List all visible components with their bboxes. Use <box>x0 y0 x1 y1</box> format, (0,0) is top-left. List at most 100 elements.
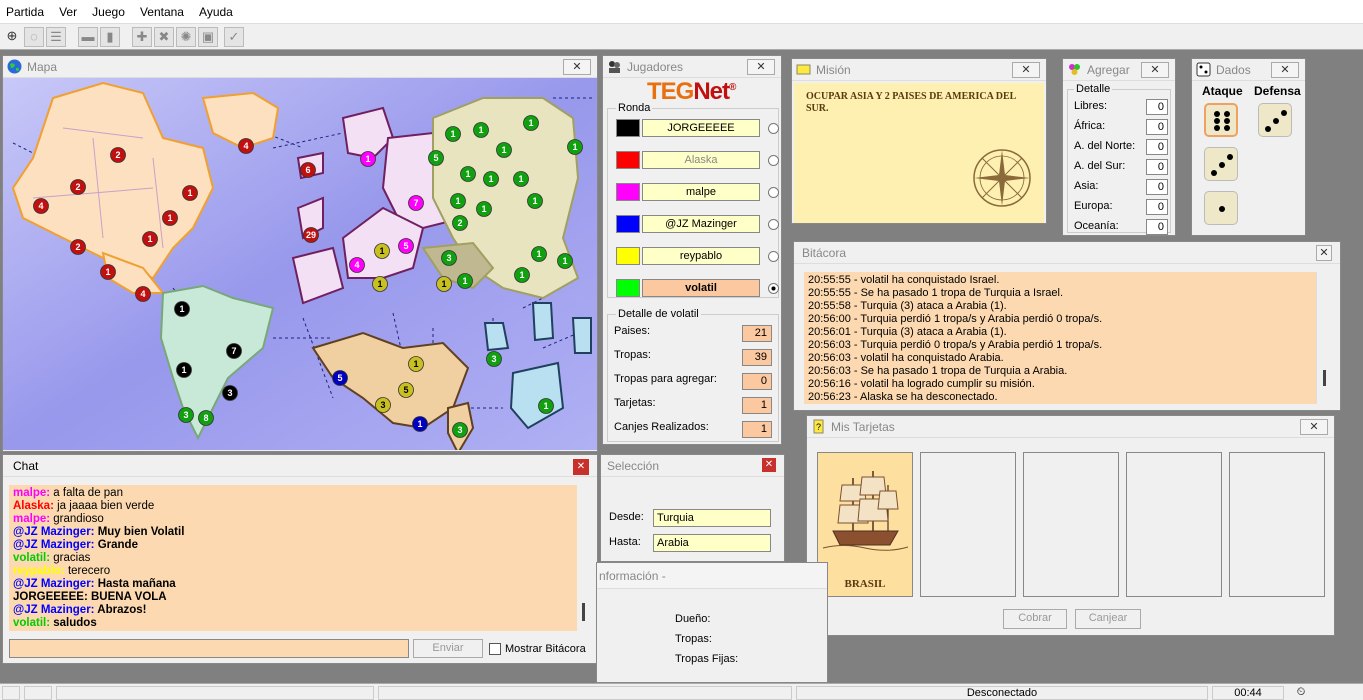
log-line: 20:56:00 - Turquia perdió 1 tropa/s y Ar… <box>808 313 1103 325</box>
clock-icon: ⏲ <box>1296 686 1306 698</box>
canjear-button[interactable]: Canjear <box>1075 609 1141 629</box>
tarjetas-close-button[interactable]: ✕ <box>1300 419 1328 435</box>
mission-close-button[interactable]: ✕ <box>1012 62 1040 78</box>
player-name: volatil <box>642 279 760 297</box>
army-count: 1 <box>413 359 418 369</box>
menu-ventana[interactable]: Ventana <box>134 0 190 19</box>
agregar-close-button[interactable]: ✕ <box>1141 62 1169 78</box>
army-count: 8 <box>203 413 208 423</box>
chat-scroll-thumb[interactable] <box>582 603 585 621</box>
army-count: 5 <box>433 153 438 163</box>
connect-icon[interactable]: ⊕ <box>2 27 22 47</box>
bitacora-scroll-thumb[interactable] <box>1323 370 1326 386</box>
players-close-button[interactable]: ✕ <box>747 59 775 75</box>
bitacora-close-button[interactable]: ✕ <box>1316 245 1332 261</box>
chat-close-button[interactable]: ✕ <box>573 459 589 475</box>
status-cell <box>378 686 792 700</box>
status-cell <box>2 686 20 700</box>
player-radio[interactable] <box>768 155 779 166</box>
mission-window: Misión ✕ OCUPAR ASIA Y 2 PAISES DE AMERI… <box>791 58 1047 224</box>
regroup-icon[interactable]: ✺ <box>176 27 196 47</box>
menu-juego[interactable]: Juego <box>86 0 131 19</box>
chat-messages[interactable]: malpe: a falta de pan Alaska: ja jaaaa b… <box>9 485 577 631</box>
menu-ver[interactable]: Ver <box>53 0 83 19</box>
player-row[interactable]: JORGEEEEE <box>616 119 779 137</box>
player-name: malpe <box>642 183 760 201</box>
tarjetas-window: ? Mis Tarjetas ✕ BRASIL Cobrar Canjear <box>806 415 1335 636</box>
dueno-label: Dueño: <box>675 613 711 625</box>
continent-value: 0 <box>1146 199 1168 215</box>
hasta-field[interactable]: Arabia <box>653 534 771 552</box>
player-radio[interactable] <box>768 123 779 134</box>
cards-icon[interactable]: ▣ <box>198 27 218 47</box>
start-icon[interactable]: ▬ <box>78 27 98 47</box>
country-card[interactable]: BRASIL <box>817 452 913 597</box>
log-line: 20:56:16 - volatil ha logrado cumplir su… <box>808 378 1035 390</box>
attack-icon[interactable]: ✖ <box>154 27 174 47</box>
player-radio[interactable] <box>768 283 779 294</box>
seleccion-titlebar: Selección ✕ <box>601 455 784 477</box>
player-row[interactable]: reypablo <box>616 247 779 265</box>
continent-value: 0 <box>1146 219 1168 235</box>
player-name: reypablo <box>642 247 760 265</box>
bitacora-scrollbar[interactable] <box>1316 272 1332 404</box>
players-window: Jugadores ✕ TEGNet® Ronda JORGEEEEE Alas… <box>602 55 782 445</box>
army-count: 3 <box>380 400 385 410</box>
map-close-button[interactable]: ✕ <box>563 59 591 75</box>
bitacora-log[interactable]: 20:55:55 - volatil ha conquistado Israel… <box>804 272 1316 404</box>
continent-value: 0 <box>1146 119 1168 135</box>
log-line: 20:55:55 - Se ha pasado 1 tropa de Turqu… <box>808 287 1064 299</box>
chat-input[interactable] <box>9 639 409 658</box>
end-turn-icon[interactable]: ✓ <box>224 27 244 47</box>
player-row[interactable]: @JZ Mazinger <box>616 215 779 233</box>
chat-titlebar: Chat ✕ <box>3 455 597 477</box>
stat-label: Paises: <box>614 325 651 337</box>
player-row[interactable]: Alaska <box>616 151 779 169</box>
agregar-detalle-group: Detalle Libres: 0 África: 0 A. del Norte: 0… <box>1067 83 1171 235</box>
stop-icon[interactable]: ▮ <box>100 27 120 47</box>
detalle-group: Detalle de volatil Paises: 21 Tropas: 39… <box>607 308 779 442</box>
tarjetas-titlebar: ? Mis Tarjetas ✕ <box>807 416 1334 438</box>
army-count: 1 <box>105 267 110 277</box>
chat-scrollbar[interactable] <box>577 485 591 631</box>
seleccion-close-button[interactable]: ✕ <box>762 458 776 472</box>
players-title: Jugadores <box>627 60 684 74</box>
send-button[interactable]: Enviar <box>413 639 483 658</box>
seleccion-window: Selección ✕ Desde: Turquia Hasta: Arabia <box>600 454 785 562</box>
army-count: 5 <box>403 241 408 251</box>
continent-label: Asia: <box>1074 180 1099 192</box>
chat-line: Alaska: ja jaaaa bien verde <box>13 500 155 512</box>
menu-partida[interactable]: Partida <box>0 0 50 19</box>
dados-close-button[interactable]: ✕ <box>1271 62 1299 78</box>
status-bar: Desconectado 00:44 ⏲ <box>0 683 1363 700</box>
list-icon[interactable]: ☰ <box>46 27 66 47</box>
dados-window: Dados ✕ Ataque Defensa <box>1191 58 1306 236</box>
player-radio[interactable] <box>768 219 779 230</box>
disconnect-icon[interactable]: ◌ <box>24 27 44 47</box>
army-count: 1 <box>147 234 152 244</box>
player-radio[interactable] <box>768 187 779 198</box>
defense-die-3 <box>1258 103 1292 137</box>
stat-label: Tarjetas: <box>614 397 656 409</box>
player-color <box>616 279 640 297</box>
desde-field[interactable]: Turquia <box>653 509 771 527</box>
mission-text: OCUPAR ASIA Y 2 PAISES DE AMERICA DEL SU… <box>806 91 1016 114</box>
add-icon[interactable]: ✚ <box>132 27 152 47</box>
attack-die-1 <box>1204 191 1238 225</box>
dados-title: Dados <box>1216 63 1251 77</box>
show-log-checkbox[interactable] <box>489 643 501 655</box>
player-radio[interactable] <box>768 251 779 262</box>
army-count: 2 <box>457 218 462 228</box>
cobrar-button[interactable]: Cobrar <box>1003 609 1067 629</box>
player-row[interactable]: volatil <box>616 279 779 297</box>
world-map[interactable]: 2241421114629175411 11 11151 1 1123111111311… <box>3 78 597 450</box>
menu-ayuda[interactable]: Ayuda <box>193 0 239 19</box>
status-cell <box>56 686 374 700</box>
army-count: 1 <box>543 401 548 411</box>
card-country-name: BRASIL <box>844 578 886 590</box>
army-count: 1 <box>465 169 470 179</box>
army-count: 1 <box>187 188 192 198</box>
map-window: Mapa ✕ 2 2 4 1 4 2 1 1 1 4 6 29 1 7 5 4 … <box>2 55 598 452</box>
continent-value: 0 <box>1146 139 1168 155</box>
player-row[interactable]: malpe <box>616 183 779 201</box>
